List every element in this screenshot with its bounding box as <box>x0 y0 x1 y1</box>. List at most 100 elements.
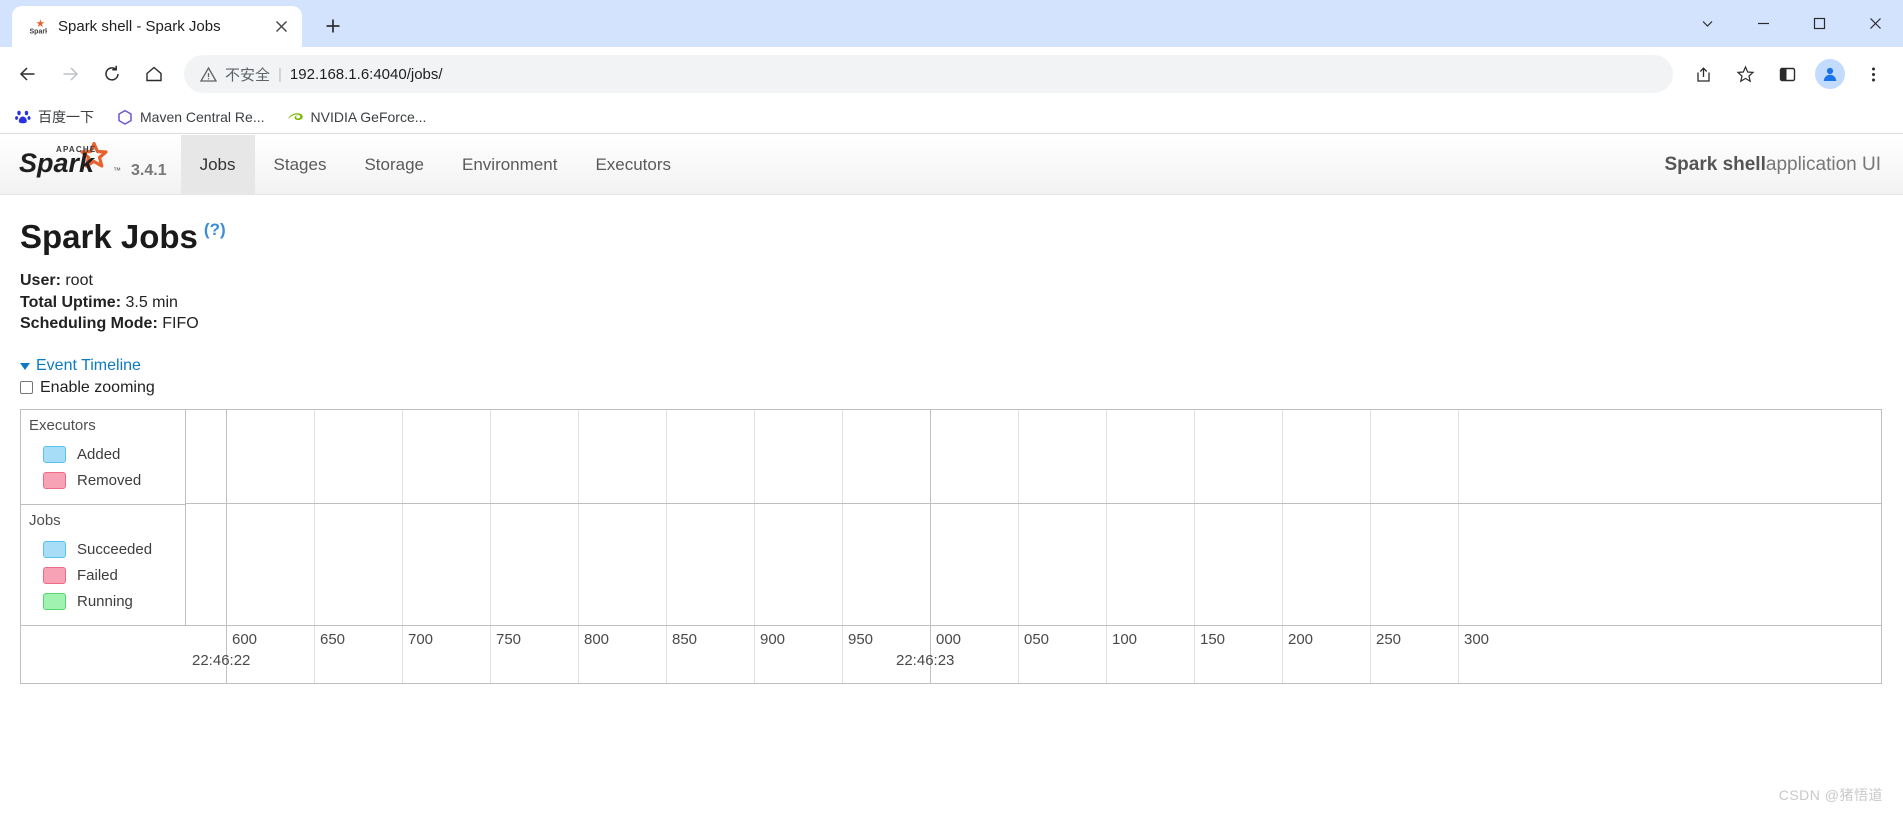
close-window-button[interactable] <box>1847 0 1903 47</box>
timeline-group-jobs: Jobs Succeeded Failed Running <box>21 503 185 625</box>
maximize-button[interactable] <box>1791 0 1847 47</box>
page-title: Spark Jobs (?) <box>20 218 1883 256</box>
timeline-tick-minor: 900 <box>760 630 786 648</box>
side-panel-icon[interactable] <box>1767 54 1807 94</box>
legend-label-removed: Removed <box>77 472 142 489</box>
legend-label-failed: Failed <box>77 567 118 584</box>
timeline-tick: 850 <box>666 631 697 648</box>
address-bar[interactable]: 不安全 | 192.168.1.6:4040/jobs/ <box>184 55 1673 93</box>
legend-job-running: Running <box>29 589 185 615</box>
timeline-tick: 650 <box>314 631 345 648</box>
timeline-axis-ticks: 600 22:46:22 650 700 750 800 850 900 950 000 22:46… <box>186 625 1881 683</box>
timeline-tick-minor: 750 <box>496 630 522 648</box>
nvidia-icon <box>287 109 304 126</box>
enable-zooming-checkbox[interactable] <box>20 381 33 394</box>
timeline-legend-panel: Executors Added Removed Jobs Succeeded F… <box>21 409 186 625</box>
timeline-tick-major: 22:46:22 <box>192 651 251 669</box>
spark-nav-links: Jobs Stages Storage Environment Executor… <box>180 135 690 194</box>
timeline-tick-minor: 200 <box>1288 630 1314 648</box>
enable-zooming-row[interactable]: Enable zooming <box>20 379 1883 397</box>
timeline-gridline <box>578 409 579 625</box>
window-controls <box>1679 0 1903 47</box>
back-button[interactable] <box>8 54 48 94</box>
maven-icon <box>116 109 133 126</box>
timeline-tick-minor: 650 <box>320 630 346 648</box>
nav-storage[interactable]: Storage <box>345 135 443 194</box>
timeline-tick-minor: 050 <box>1024 630 1050 648</box>
timeline-tick: 200 <box>1282 631 1313 648</box>
summary-total-uptime-label: Total Uptime: <box>20 293 122 311</box>
legend-executor-added: Added <box>29 442 185 468</box>
timeline-canvas[interactable] <box>186 409 1881 625</box>
bookmark-nvidia[interactable]: NVIDIA GeForce... <box>287 109 426 126</box>
timeline-tick: 150 <box>1194 631 1225 648</box>
bookmark-star-icon[interactable] <box>1725 54 1765 94</box>
chrome-menu-button[interactable] <box>1853 54 1893 94</box>
timeline-group-divider <box>186 502 1881 504</box>
nav-executors[interactable]: Executors <box>576 135 690 194</box>
profile-avatar[interactable] <box>1815 59 1845 89</box>
new-tab-button[interactable] <box>316 9 350 43</box>
event-timeline-label: Event Timeline <box>36 356 141 374</box>
bookmark-maven-central[interactable]: Maven Central Re... <box>116 109 265 126</box>
timeline-gridline <box>1194 409 1195 625</box>
event-timeline-toggle[interactable]: Event Timeline <box>20 357 1883 375</box>
share-icon[interactable] <box>1683 54 1723 94</box>
timeline-gridline <box>842 409 843 625</box>
close-tab-icon[interactable] <box>268 14 294 40</box>
reload-button[interactable] <box>92 54 132 94</box>
spark-web-ui: APACHE Spark ™ 3.4.1 Jobs Stages Storage… <box>0 135 1903 817</box>
timeline-tick-minor: 850 <box>672 630 698 648</box>
timeline-tick-minor: 950 <box>848 630 874 648</box>
timeline-gridline <box>226 409 227 625</box>
nav-environment[interactable]: Environment <box>443 135 576 194</box>
timeline-tick-minor: 700 <box>408 630 434 648</box>
minimize-button[interactable] <box>1735 0 1791 47</box>
timeline-body: Executors Added Removed Jobs Succeeded F… <box>21 409 1881 625</box>
timeline-gridline <box>1106 409 1107 625</box>
spark-app-name: Spark shell <box>1664 154 1766 175</box>
summary-user-value: root <box>60 272 93 289</box>
bookmark-baidu[interactable]: 百度一下 <box>14 107 94 127</box>
timeline-tick-minor: 100 <box>1112 630 1138 648</box>
not-secure-label: 不安全 <box>225 66 271 84</box>
timeline-tick: 600 22:46:22 <box>192 631 257 669</box>
tab-search-button[interactable] <box>1679 0 1735 47</box>
baidu-icon <box>14 109 31 126</box>
spark-version-label: 3.4.1 <box>131 161 167 179</box>
browser-tab[interactable]: Spark Spark shell - Spark Jobs <box>12 6 302 47</box>
svg-text:Spark: Spark <box>19 148 96 178</box>
forward-button[interactable] <box>50 54 90 94</box>
timeline-gridline <box>930 409 931 625</box>
browser-tab-title: Spark shell - Spark Jobs <box>58 18 221 35</box>
csdn-watermark: CSDN @猪悟道 <box>1778 787 1883 803</box>
summary-scheduling-mode: Scheduling Mode: FIFO <box>20 313 1883 335</box>
bookmarks-bar: 百度一下 Maven Central Re... NVIDIA GeForce.… <box>0 101 1903 134</box>
timeline-tick: 900 <box>754 631 785 648</box>
timeline-gridline <box>1370 409 1371 625</box>
url-text[interactable]: 192.168.1.6:4040/jobs/ <box>290 66 1657 83</box>
spark-app-title: Spark shell application UI <box>1664 135 1881 195</box>
timeline-tick: 050 <box>1018 631 1049 648</box>
nav-stages[interactable]: Stages <box>255 135 346 194</box>
event-timeline-widget[interactable]: Executors Added Removed Jobs Succeeded F… <box>20 408 1882 684</box>
page-title-help-icon[interactable]: (?) <box>204 220 226 240</box>
timeline-group-jobs-title: Jobs <box>29 511 61 529</box>
spark-favicon-icon: Spark <box>28 17 48 37</box>
bookmark-label: 百度一下 <box>38 109 94 125</box>
timeline-tick-minor: 800 <box>584 630 610 648</box>
home-button[interactable] <box>134 54 174 94</box>
nav-jobs[interactable]: Jobs <box>180 135 255 194</box>
timeline-tick: 250 <box>1370 631 1401 648</box>
summary-total-uptime-value: 3.5 min <box>121 293 178 311</box>
timeline-gridline <box>1458 409 1459 625</box>
spark-navbar: APACHE Spark ™ 3.4.1 Jobs Stages Storage… <box>0 135 1903 195</box>
timeline-tick-minor: 250 <box>1376 630 1402 648</box>
legend-label-added: Added <box>77 446 121 463</box>
timeline-tick: 800 <box>578 631 609 648</box>
summary-total-uptime: Total Uptime: 3.5 min <box>20 292 1883 314</box>
timeline-gridline <box>1018 409 1019 625</box>
spark-brand[interactable]: APACHE Spark ™ 3.4.1 <box>0 135 181 194</box>
toolbar-right-actions <box>1683 54 1893 94</box>
legend-job-succeeded: Succeeded <box>29 537 185 563</box>
